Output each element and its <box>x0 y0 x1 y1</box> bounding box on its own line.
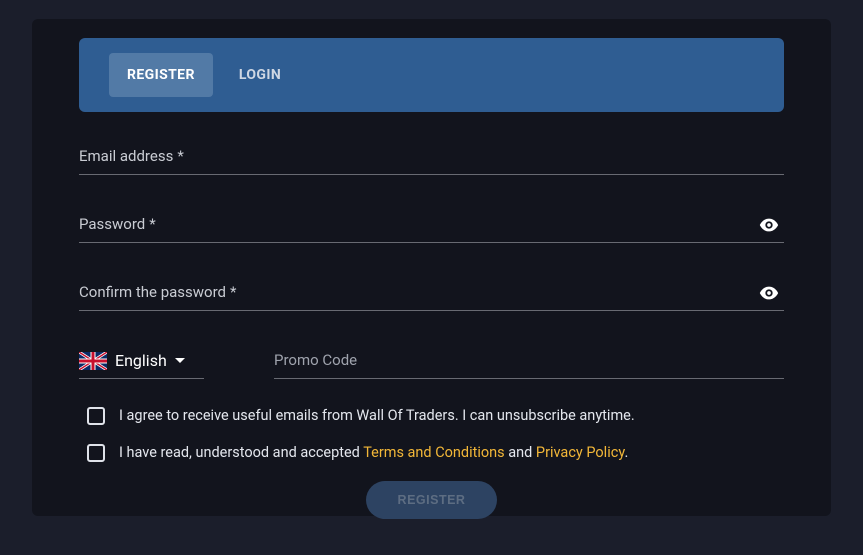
tab-login[interactable]: LOGIN <box>221 53 299 97</box>
terms-prefix: I have read, understood and accepted <box>119 444 363 461</box>
promo-label: Promo Code <box>274 351 357 369</box>
uk-flag-icon <box>79 352 107 370</box>
chevron-down-icon <box>175 358 185 363</box>
confirm-password-label: Confirm the password * <box>79 283 236 301</box>
required-asterisk: * <box>230 283 236 301</box>
register-button[interactable]: REGISTER <box>366 481 498 519</box>
terms-link[interactable]: Terms and Conditions <box>363 444 504 461</box>
email-field[interactable]: Email address * <box>79 139 784 175</box>
emails-checkbox-row: I agree to receive useful emails from Wa… <box>87 407 784 426</box>
required-asterisk: * <box>149 215 155 233</box>
email-label-text: Email address <box>79 147 173 165</box>
emails-checkbox-label: I agree to receive useful emails from Wa… <box>119 407 635 426</box>
password-label: Password * <box>79 215 156 233</box>
terms-checkbox[interactable] <box>87 444 105 462</box>
email-label: Email address * <box>79 147 184 165</box>
terms-checkbox-label: I have read, understood and accepted Ter… <box>119 444 628 463</box>
lang-promo-row: English Promo Code <box>79 343 784 379</box>
terms-suffix: . <box>624 444 628 461</box>
promo-code-field[interactable]: Promo Code <box>274 343 784 379</box>
language-name: English <box>115 351 167 370</box>
terms-checkbox-row: I have read, understood and accepted Ter… <box>87 444 784 463</box>
required-asterisk: * <box>177 147 183 165</box>
emails-checkbox[interactable] <box>87 407 105 425</box>
password-label-text: Password <box>79 215 145 233</box>
language-select[interactable]: English <box>79 351 204 379</box>
privacy-link[interactable]: Privacy Policy <box>536 444 625 461</box>
submit-row: REGISTER <box>79 481 784 519</box>
eye-icon[interactable] <box>758 214 780 236</box>
register-card: REGISTER LOGIN Email address * Password … <box>32 19 831 516</box>
auth-tabbar: REGISTER LOGIN <box>79 38 784 112</box>
eye-icon[interactable] <box>758 282 780 304</box>
confirm-password-field[interactable]: Confirm the password * <box>79 275 784 311</box>
register-form: Email address * Password * Confirm the p… <box>79 139 784 519</box>
tab-register[interactable]: REGISTER <box>109 53 213 97</box>
confirm-password-label-text: Confirm the password <box>79 283 226 301</box>
password-field[interactable]: Password * <box>79 207 784 243</box>
terms-mid: and <box>505 444 536 461</box>
